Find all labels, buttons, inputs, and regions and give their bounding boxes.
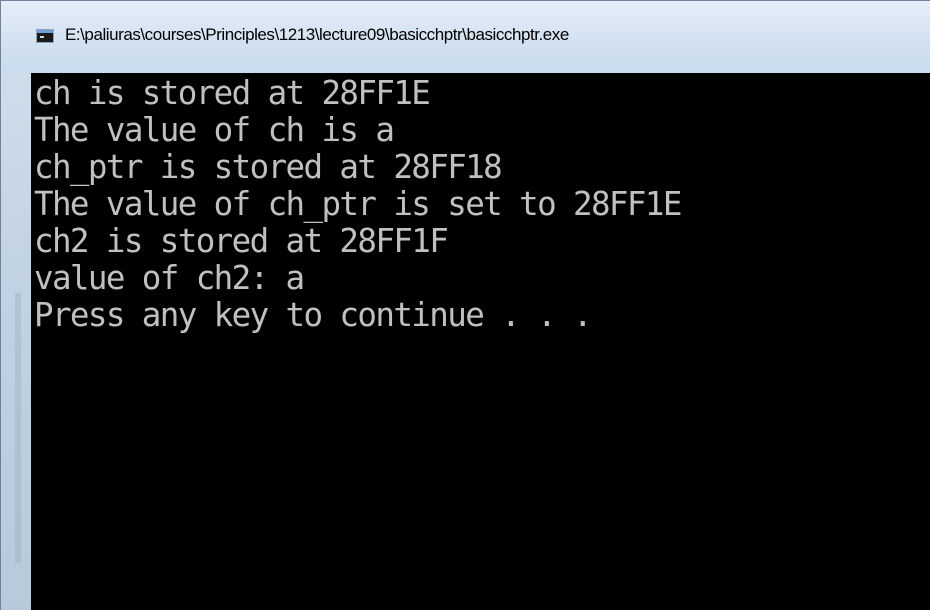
console-line: The value of ch_ptr is set to 28FF1E (34, 185, 682, 223)
console-line: The value of ch is a (34, 111, 395, 149)
title-bar[interactable]: E:\paliuras\courses\Principles\1213\lect… (1, 1, 930, 73)
console-output-lines: ch is stored at 28FF1E The value of ch i… (34, 74, 682, 335)
console-line: ch is stored at 28FF1E (34, 74, 431, 112)
console-window: E:\paliuras\courses\Principles\1213\lect… (0, 0, 930, 610)
console-window-icon[interactable] (36, 29, 54, 43)
window-frame-left (1, 73, 31, 610)
console-line: ch2 is stored at 28FF1F (34, 222, 449, 260)
console-output-area[interactable]: ch is stored at 28FF1E The value of ch i… (31, 73, 930, 610)
console-line: ch_ptr is stored at 28FF18 (34, 148, 503, 186)
console-line: value of ch2: a (34, 259, 305, 297)
console-line: Press any key to continue . . . (34, 296, 593, 334)
window-title: E:\paliuras\courses\Principles\1213\lect… (65, 25, 569, 44)
